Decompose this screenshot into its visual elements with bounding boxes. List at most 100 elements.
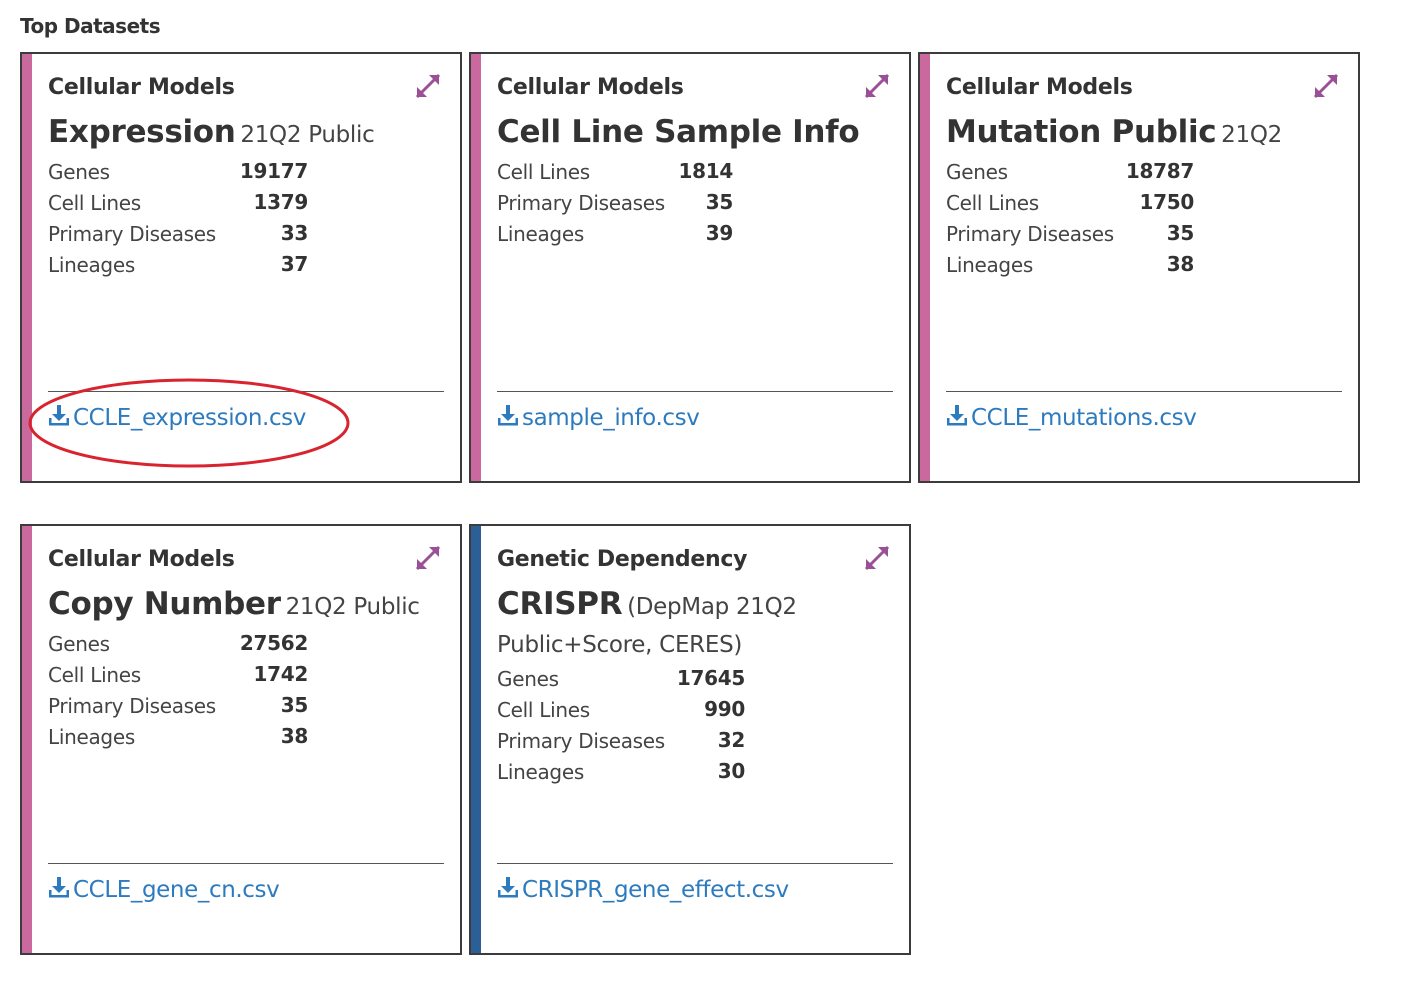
stat-row: Genes 19177 [48, 157, 308, 188]
download-link[interactable]: sample_info.csv [497, 404, 700, 432]
download-link[interactable]: CCLE_mutations.csv [946, 404, 1197, 432]
stat-value: 32 [717, 728, 746, 752]
stat-label: Lineages [48, 253, 135, 277]
stat-label: Cell Lines [497, 160, 590, 184]
expand-icon[interactable] [1310, 70, 1342, 102]
stat-label: Primary Diseases [48, 222, 216, 246]
download-filename: CCLE_gene_cn.csv [73, 877, 280, 903]
stat-value: 1379 [253, 190, 309, 214]
dataset-card: Cellular Models Cell Line Sample Info Ce… [469, 52, 911, 483]
stat-label: Primary Diseases [497, 191, 665, 215]
stat-value: 35 [1166, 221, 1195, 245]
card-accent-bar [471, 526, 481, 953]
dataset-card: Cellular Models Mutation Public 21Q2 Gen… [918, 52, 1360, 483]
stat-value: 17645 [676, 666, 745, 690]
card-category: Genetic Dependency [497, 547, 748, 572]
stat-label: Primary Diseases [48, 694, 216, 718]
stat-row: Lineages 38 [946, 250, 1194, 281]
stat-label: Lineages [497, 760, 584, 784]
download-icon [497, 404, 522, 432]
download-filename: CCLE_expression.csv [73, 405, 306, 431]
stat-row: Primary Diseases 35 [946, 219, 1194, 250]
stat-row: Cell Lines 1742 [48, 660, 308, 691]
stat-label: Cell Lines [48, 191, 141, 215]
dataset-version: 21Q2 Public [285, 594, 420, 620]
stat-row: Lineages 37 [48, 250, 308, 281]
download-icon [497, 876, 522, 904]
card-divider [48, 863, 444, 864]
card-divider [497, 391, 893, 392]
dataset-title: Copy Number 21Q2 Public [48, 586, 448, 627]
expand-icon[interactable] [861, 70, 893, 102]
stat-label: Genes [48, 632, 110, 656]
download-link[interactable]: CCLE_expression.csv [48, 404, 306, 432]
stat-value: 1814 [678, 159, 734, 183]
stat-label: Genes [48, 160, 110, 184]
stat-row: Lineages 30 [497, 757, 745, 788]
stat-row: Primary Diseases 35 [497, 188, 733, 219]
stat-value: 38 [280, 724, 309, 748]
stat-row: Cell Lines 1379 [48, 188, 308, 219]
card-accent-bar [22, 526, 32, 953]
stat-label: Cell Lines [946, 191, 1039, 215]
dataset-version: 21Q2 Public [240, 122, 375, 148]
stat-row: Lineages 38 [48, 722, 308, 753]
download-icon [48, 404, 73, 432]
dataset-title: Cell Line Sample Info [497, 114, 897, 155]
download-icon [48, 876, 73, 904]
download-filename: CRISPR_gene_effect.csv [522, 877, 789, 903]
stat-value: 1742 [253, 662, 309, 686]
card-divider [497, 863, 893, 864]
dataset-stats: Genes 27562 Cell Lines 1742 Primary Diseas… [48, 629, 308, 753]
stat-row: Cell Lines 1750 [946, 188, 1194, 219]
dataset-card: Genetic Dependency CRISPR (DepMap 21Q2 P… [469, 524, 911, 955]
stat-row: Cell Lines 990 [497, 695, 745, 726]
dataset-name: Cell Line Sample Info [497, 114, 860, 150]
download-link[interactable]: CRISPR_gene_effect.csv [497, 876, 789, 904]
stat-label: Genes [497, 667, 559, 691]
section-title: Top Datasets [20, 14, 161, 38]
stat-row: Cell Lines 1814 [497, 157, 733, 188]
stat-row: Genes 17645 [497, 664, 745, 695]
download-filename: CCLE_mutations.csv [971, 405, 1197, 431]
stat-value: 35 [280, 693, 309, 717]
stat-value: 35 [705, 190, 734, 214]
stat-value: 38 [1166, 252, 1195, 276]
stat-row: Primary Diseases 33 [48, 219, 308, 250]
stat-label: Genes [946, 160, 1008, 184]
card-accent-bar [471, 54, 481, 481]
dataset-name: CRISPR [497, 586, 623, 622]
card-accent-bar [920, 54, 930, 481]
download-icon [946, 404, 971, 432]
card-category: Cellular Models [497, 75, 684, 100]
expand-icon[interactable] [412, 542, 444, 574]
stat-value: 37 [280, 252, 309, 276]
stat-label: Primary Diseases [946, 222, 1114, 246]
stat-label: Cell Lines [48, 663, 141, 687]
dataset-title: Expression 21Q2 Public [48, 114, 448, 155]
stat-label: Lineages [497, 222, 584, 246]
dataset-title: Mutation Public 21Q2 [946, 114, 1346, 155]
expand-icon[interactable] [412, 70, 444, 102]
card-category: Cellular Models [946, 75, 1133, 100]
card-divider [48, 391, 444, 392]
stat-value: 39 [705, 221, 734, 245]
expand-icon[interactable] [861, 542, 893, 574]
stat-row: Genes 27562 [48, 629, 308, 660]
card-accent-bar [22, 54, 32, 481]
dataset-stats: Genes 17645 Cell Lines 990 Primary Disease… [497, 664, 745, 788]
card-category: Cellular Models [48, 547, 235, 572]
stat-label: Lineages [48, 725, 135, 749]
stat-value: 1750 [1139, 190, 1195, 214]
stat-row: Lineages 39 [497, 219, 733, 250]
stat-value: 27562 [239, 631, 308, 655]
dataset-name: Copy Number [48, 586, 281, 622]
stat-row: Primary Diseases 35 [48, 691, 308, 722]
card-divider [946, 391, 1342, 392]
dataset-title: CRISPR (DepMap 21Q2 Public+Score, CERES) [497, 586, 827, 665]
stat-row: Genes 18787 [946, 157, 1194, 188]
dataset-stats: Genes 19177 Cell Lines 1379 Primary Diseas… [48, 157, 308, 281]
stat-label: Primary Diseases [497, 729, 665, 753]
stat-label: Lineages [946, 253, 1033, 277]
download-link[interactable]: CCLE_gene_cn.csv [48, 876, 280, 904]
